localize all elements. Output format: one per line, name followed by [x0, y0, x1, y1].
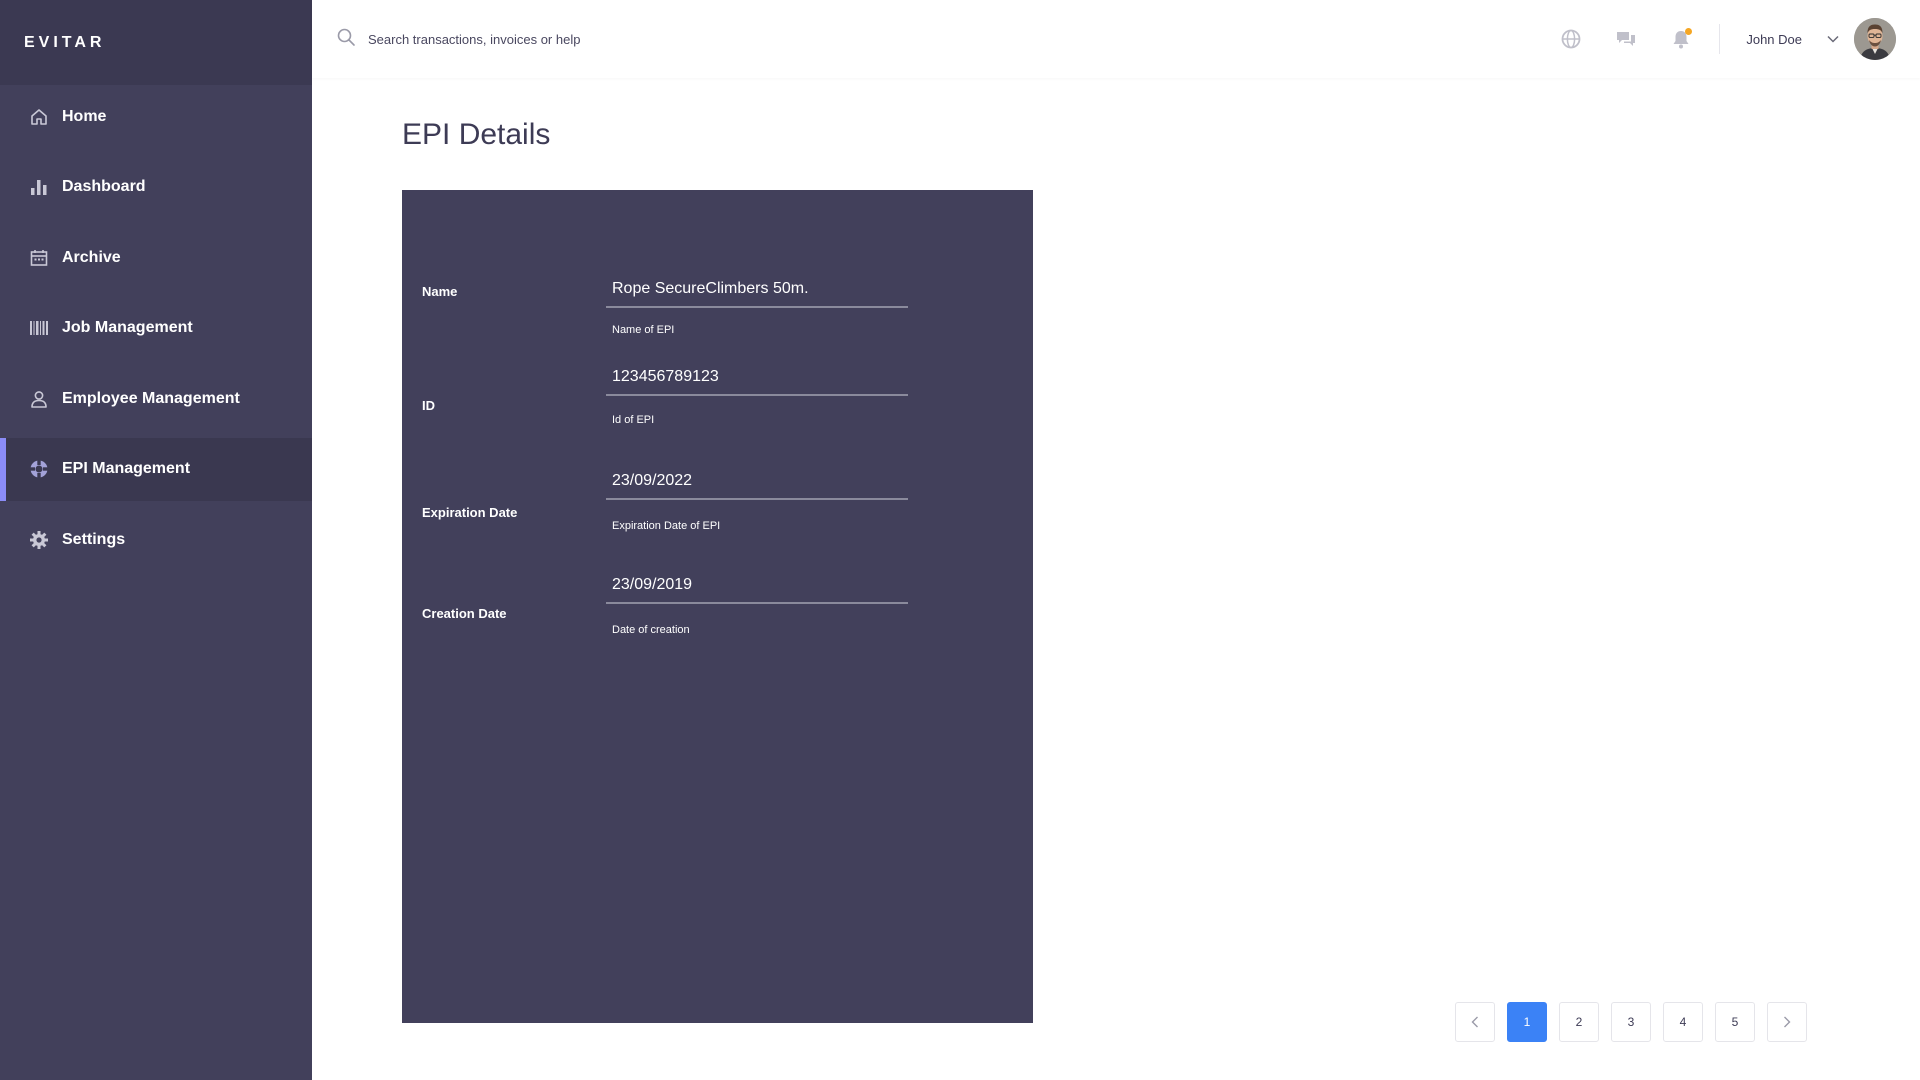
field-label-id: ID: [422, 398, 435, 413]
divider: [1719, 24, 1721, 54]
page-title: EPI Details: [402, 118, 551, 151]
brand-logo[interactable]: EVITAR: [0, 0, 312, 85]
field-help-id: Id of EPI: [612, 414, 655, 426]
sidebar-item-label: Settings: [62, 530, 126, 548]
search-input[interactable]: [368, 31, 728, 47]
pagination-next-button[interactable]: [1767, 1002, 1807, 1042]
search-bar: [336, 27, 728, 52]
globe-icon[interactable]: [1559, 27, 1583, 51]
chevron-left-icon: [1471, 1016, 1478, 1028]
sidebar-item-job-management[interactable]: Job Management: [0, 297, 312, 360]
pagination-page-1[interactable]: 1: [1507, 1002, 1547, 1042]
sidebar-item-label: Job Management: [62, 319, 193, 336]
pagination: 1 2 3 4 5: [1455, 1002, 1807, 1042]
sidebar: EVITAR Home Dashboard Archive Job Manage…: [0, 0, 312, 1080]
sidebar-item-settings[interactable]: Settings: [0, 508, 312, 571]
lifebuoy-icon: [29, 459, 49, 479]
sidebar-item-archive[interactable]: Archive: [0, 226, 312, 289]
top-right-controls: John Doe: [1528, 0, 1896, 78]
sidebar-item-employee-management[interactable]: Employee Management: [0, 367, 312, 430]
sidebar-item-label: Dashboard: [62, 178, 146, 195]
avatar[interactable]: [1854, 18, 1896, 60]
chevron-right-icon: [1784, 1016, 1791, 1028]
search-icon[interactable]: [336, 27, 368, 52]
sidebar-item-label: EPI Management: [62, 460, 191, 477]
expiration-date-field[interactable]: [606, 472, 908, 500]
creation-date-field[interactable]: [606, 576, 908, 604]
sidebar-item-label: Home: [62, 107, 107, 125]
user-icon: [29, 389, 49, 409]
pagination-page-4[interactable]: 4: [1663, 1002, 1703, 1042]
sidebar-item-dashboard[interactable]: Dashboard: [0, 156, 312, 219]
brand-name: EVITAR: [24, 33, 106, 51]
bell-icon[interactable]: [1669, 27, 1693, 51]
field-help-expiration: Expiration Date of EPI: [612, 520, 721, 532]
sidebar-item-home[interactable]: Home: [0, 85, 312, 148]
sidebar-nav: Home Dashboard Archive Job Management Em…: [0, 85, 312, 571]
home-icon: [29, 107, 49, 127]
pagination-page-2[interactable]: 2: [1559, 1002, 1599, 1042]
id-field[interactable]: [606, 368, 908, 396]
calendar-icon: [29, 248, 49, 268]
sidebar-item-epi-management[interactable]: EPI Management: [0, 437, 312, 501]
epi-details-card: Name Name of EPI ID Id of EPI Expiration…: [402, 190, 1033, 1023]
field-label-creation: Creation Date: [422, 606, 507, 621]
pagination-prev-button[interactable]: [1455, 1002, 1495, 1042]
sidebar-item-label: Employee Management: [62, 389, 240, 407]
barcode-icon: [29, 318, 49, 338]
pagination-page-3[interactable]: 3: [1611, 1002, 1651, 1042]
field-label-name: Name: [422, 284, 458, 299]
sidebar-item-label: Archive: [62, 248, 121, 266]
top-bar: John Doe: [312, 0, 1920, 78]
field-help-name: Name of EPI: [612, 324, 675, 336]
pagination-page-5[interactable]: 5: [1715, 1002, 1755, 1042]
bar-chart-icon: [29, 177, 49, 197]
chevron-down-icon[interactable]: [1826, 32, 1840, 46]
name-field[interactable]: [606, 280, 908, 308]
chat-icon[interactable]: [1614, 27, 1638, 51]
user-name[interactable]: John Doe: [1746, 32, 1802, 47]
field-label-expiration: Expiration Date: [422, 505, 518, 520]
field-help-creation: Date of creation: [612, 624, 690, 636]
gear-icon: [29, 530, 49, 550]
